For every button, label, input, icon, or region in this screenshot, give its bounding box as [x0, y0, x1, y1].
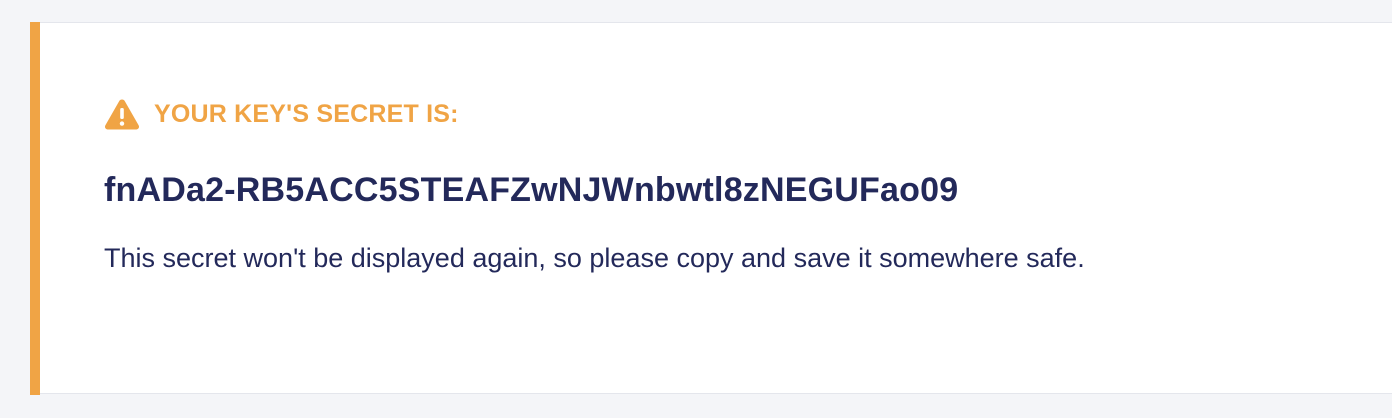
warning-icon — [104, 99, 140, 130]
secret-alert-panel: YOUR KEY'S SECRET IS: fnADa2-RB5ACC5STEA… — [30, 22, 1392, 395]
secret-note: This secret won't be displayed again, so… — [104, 243, 1085, 273]
accent-bar — [30, 22, 40, 395]
secret-value[interactable]: fnADa2-RB5ACC5STEAFZwNJWnbwtl8zNEGUFao09 — [104, 171, 958, 210]
warning-label: YOUR KEY'S SECRET IS: — [154, 99, 459, 128]
warning-header: YOUR KEY'S SECRET IS: — [104, 97, 459, 131]
